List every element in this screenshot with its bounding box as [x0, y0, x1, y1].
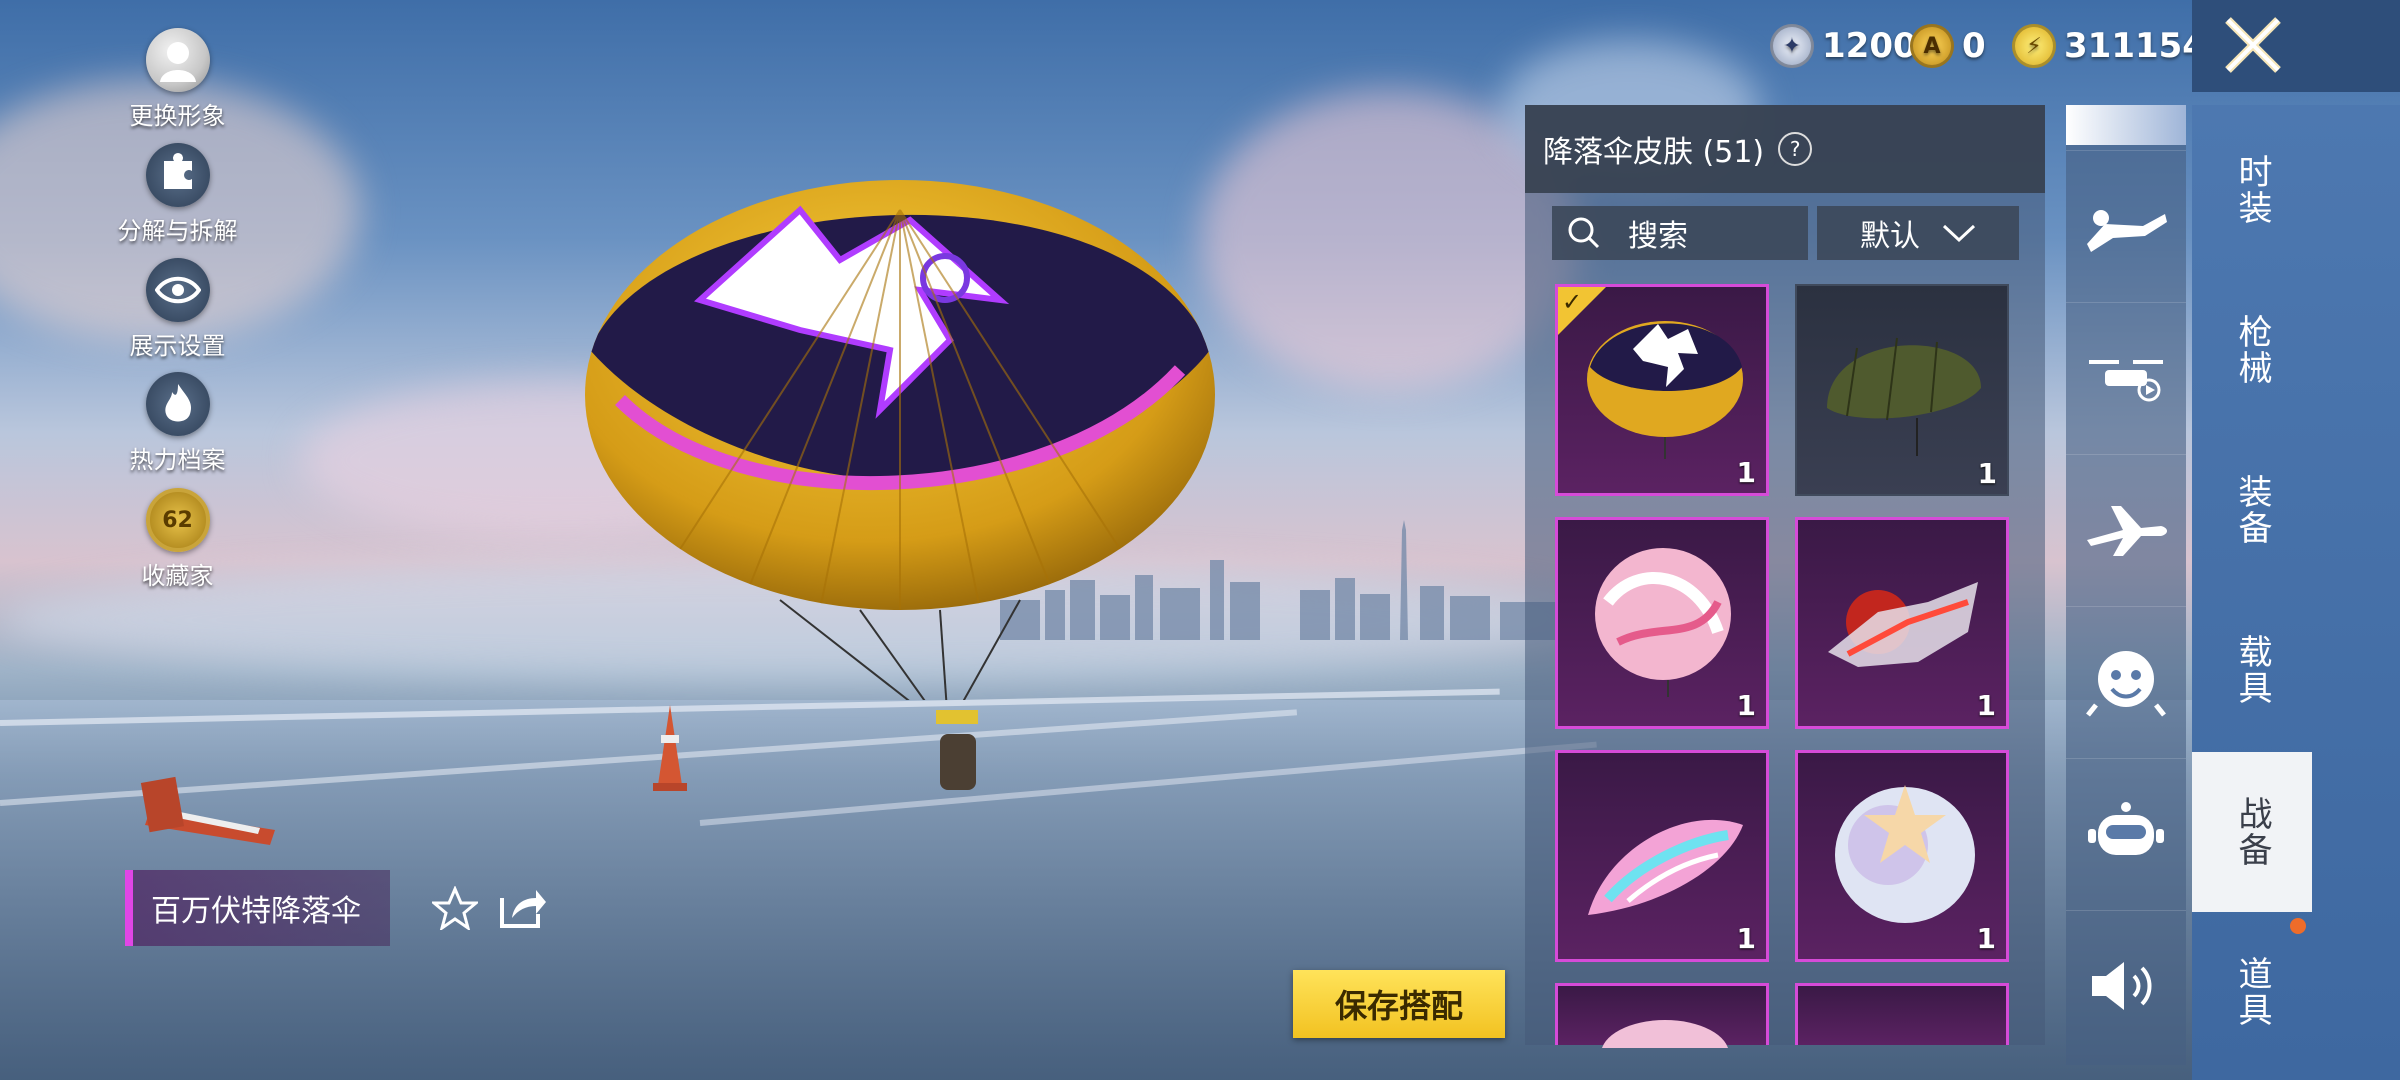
- search-icon: [1568, 217, 1600, 249]
- heat-archive-label: 热力档案: [129, 446, 226, 474]
- skin-count: 1: [1977, 457, 1997, 490]
- eye-icon: [145, 258, 210, 322]
- silver-coin-icon: ✦: [1770, 24, 1814, 68]
- currency-uc-value: 311154: [2064, 26, 2206, 66]
- category-emote[interactable]: [2066, 606, 2186, 757]
- traffic-cone-small: [653, 705, 687, 791]
- drone-icon: [2089, 360, 2163, 402]
- change-avatar-button[interactable]: 更换形象: [115, 28, 240, 131]
- skin-card[interactable]: [1555, 983, 1769, 1048]
- currency-ag[interactable]: A 0: [1910, 22, 1986, 70]
- tab-fashion[interactable]: 时装: [2192, 110, 2312, 270]
- checkmark-icon: ✓: [1562, 288, 1583, 316]
- tab-battle-prep[interactable]: 战备: [2192, 752, 2312, 912]
- skin-card[interactable]: 1: [1795, 750, 2009, 962]
- search-input[interactable]: 搜索: [1552, 206, 1808, 260]
- parachute-thumbnail: [1588, 819, 1743, 915]
- emote-icon: [2086, 651, 2166, 717]
- chevron-down-icon: [1942, 224, 1976, 243]
- skin-card[interactable]: 1: [1555, 750, 1769, 962]
- skin-count: 1: [1736, 689, 1756, 722]
- search-placeholder: 搜索: [1628, 219, 1688, 254]
- decompose-label: 分解与拆解: [117, 217, 238, 245]
- tab-vehicles[interactable]: 载具: [2192, 590, 2312, 750]
- flame-icon: [145, 372, 210, 436]
- collector-button[interactable]: 62 收藏家: [115, 488, 240, 591]
- display-settings-button[interactable]: 展示设置: [115, 258, 240, 361]
- skin-count: 1: [1976, 922, 1996, 955]
- skin-card[interactable]: 1: [1795, 517, 2009, 729]
- category-companion[interactable]: [2066, 758, 2186, 909]
- parachute-thumbnail: [1835, 785, 1975, 923]
- parachute-thumbnail: [1602, 1020, 1728, 1048]
- heat-archive-button[interactable]: 热力档案: [115, 372, 240, 475]
- help-icon[interactable]: ?: [1778, 132, 1813, 166]
- parachute-preview: [585, 180, 1215, 700]
- collector-level: 62: [162, 507, 193, 533]
- skin-count: 1: [1976, 689, 1996, 722]
- parachute-thumbnail: [1828, 582, 1978, 667]
- speaker-icon: [2092, 962, 2152, 1010]
- skin-card[interactable]: ✓ 1: [1555, 284, 1769, 496]
- skin-count: 1: [1736, 922, 1756, 955]
- category-skydive[interactable]: [2066, 150, 2186, 301]
- panel-header: 降落伞皮肤 (51) ?: [1525, 105, 2045, 193]
- robot-icon: [2088, 802, 2164, 855]
- skin-count: 1: [1736, 456, 1756, 489]
- avatar-icon: [145, 28, 210, 92]
- currency-silver[interactable]: ✦ 1200: [1770, 22, 1917, 70]
- star-icon[interactable]: [432, 886, 478, 930]
- traffic-cone: [140, 776, 275, 845]
- save-outfit-button[interactable]: 保存搭配: [1293, 970, 1505, 1038]
- parachute-thumbnail: [1595, 548, 1731, 697]
- puzzle-icon: [145, 143, 210, 207]
- category-drone[interactable]: [2066, 302, 2186, 453]
- change-avatar-label: 更换形象: [129, 102, 226, 130]
- skydiver-icon: [2087, 210, 2167, 252]
- share-icon[interactable]: [498, 884, 548, 930]
- panel-title: 降落伞皮肤 (51): [1543, 135, 1765, 170]
- item-name: 百万伏特降落伞: [151, 894, 361, 929]
- sort-label: 默认: [1860, 219, 1920, 254]
- skin-card[interactable]: 1: [1795, 284, 2009, 496]
- airplane-icon: [2087, 506, 2167, 556]
- display-settings-label: 展示设置: [129, 332, 226, 360]
- parachute-thumbnail: [1827, 337, 1981, 456]
- skin-card[interactable]: 1: [1555, 517, 1769, 729]
- sort-dropdown[interactable]: 默认: [1817, 206, 2019, 260]
- uc-coin-icon: ⚡: [2012, 24, 2056, 68]
- decompose-button[interactable]: 分解与拆解: [115, 143, 240, 246]
- item-name-bar: 百万伏特降落伞: [125, 870, 390, 946]
- collector-label: 收藏家: [141, 562, 214, 590]
- tab-equipment[interactable]: 装备: [2192, 430, 2312, 590]
- tab-items[interactable]: 道具: [2192, 912, 2312, 1072]
- parachute-backpack: [936, 710, 978, 790]
- currency-uc[interactable]: ⚡ 311154: [2012, 22, 2206, 70]
- category-plane[interactable]: [2066, 454, 2186, 605]
- close-icon[interactable]: [2220, 12, 2286, 78]
- category-sound[interactable]: [2066, 910, 2186, 1061]
- tab-weapons[interactable]: 枪械: [2192, 270, 2312, 430]
- currency-silver-value: 1200: [1822, 26, 1917, 66]
- skin-card[interactable]: [1795, 983, 2009, 1045]
- currency-ag-value: 0: [1962, 26, 1986, 66]
- category-scroll-indicator: [2066, 105, 2186, 145]
- collector-badge-icon: 62: [145, 488, 210, 552]
- ag-coin-icon: A: [1910, 24, 1954, 68]
